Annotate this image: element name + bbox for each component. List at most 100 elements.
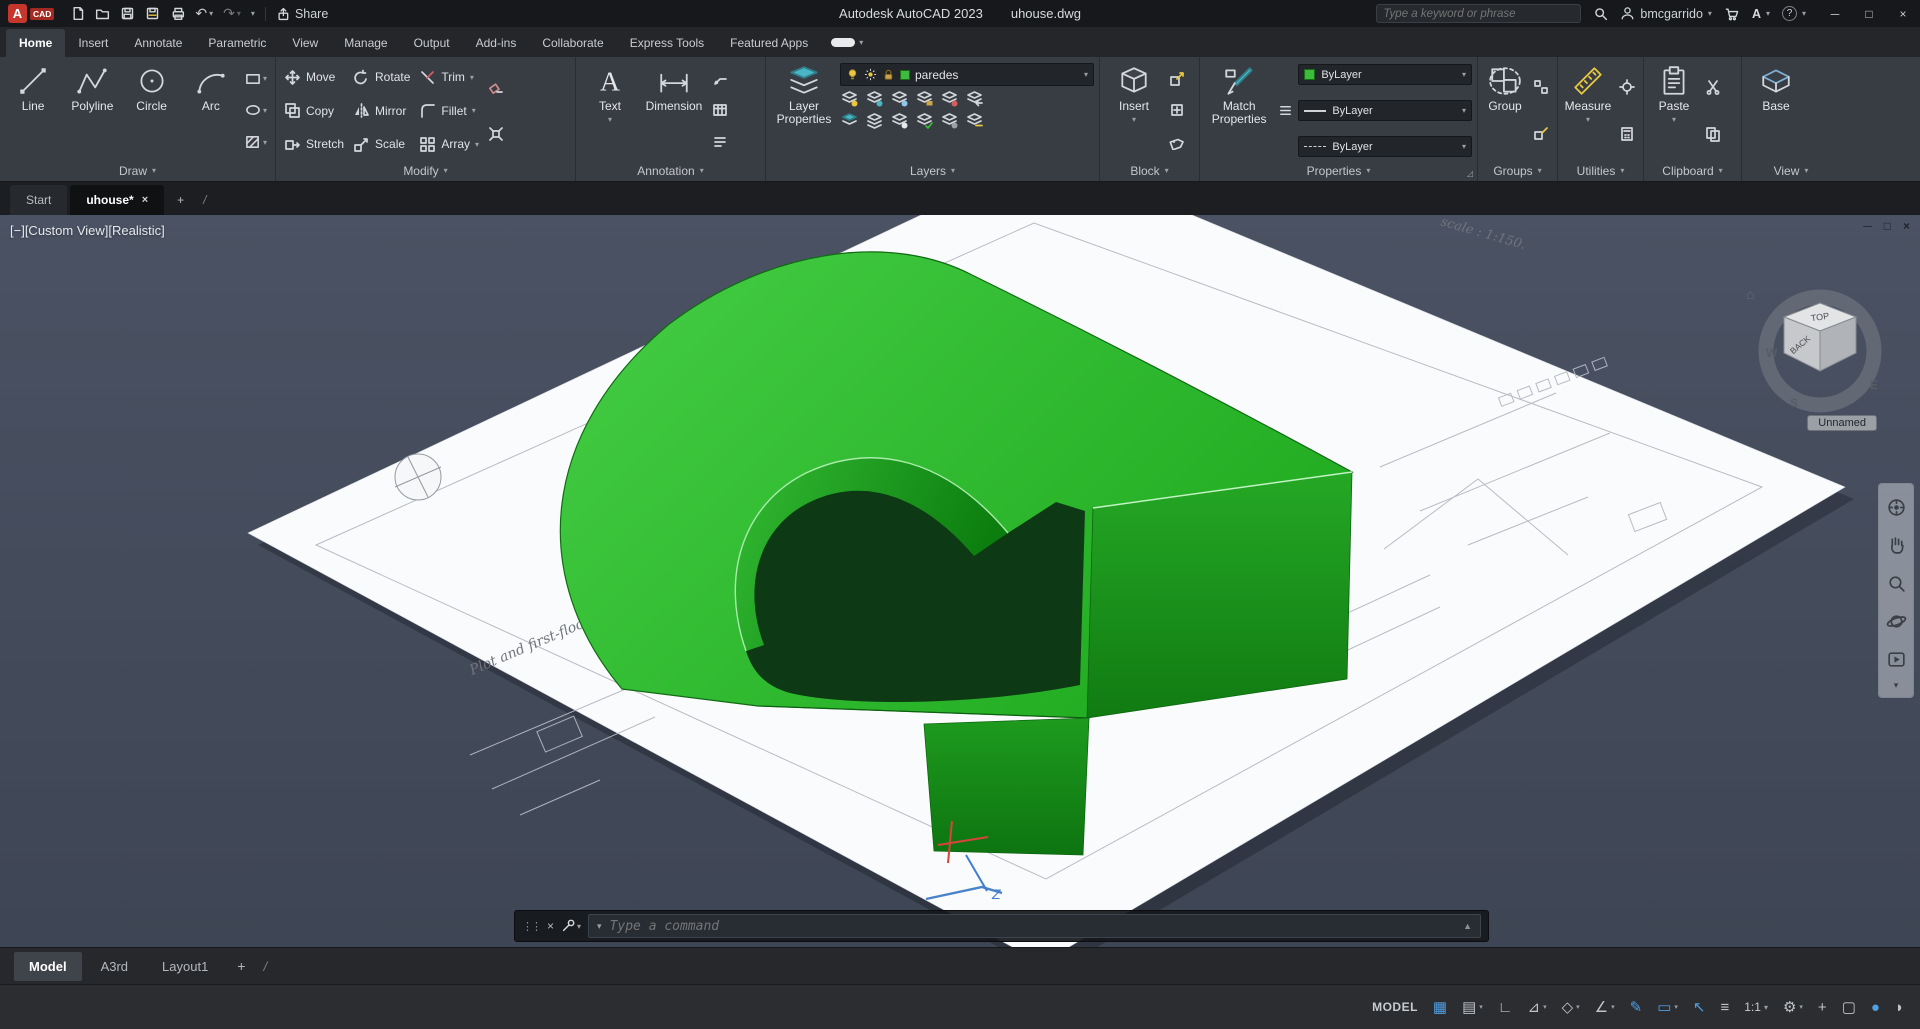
new-file-button[interactable] <box>70 6 85 21</box>
stretch-tool-button[interactable]: Stretch <box>281 131 347 157</box>
polar-tracking-toggle[interactable]: ⊿ ▾ <box>1528 998 1547 1016</box>
osnap-toggle[interactable]: ∠ ▾ <box>1595 998 1615 1016</box>
text-tool-button[interactable]: A Text ▾ <box>581 61 639 160</box>
base-view-button[interactable]: Base <box>1747 61 1805 160</box>
new-layout-button[interactable]: + <box>227 951 255 981</box>
copy-clip-button[interactable] <box>1703 125 1723 143</box>
compass-west-label[interactable]: W <box>1766 346 1778 360</box>
group-edit-button[interactable] <box>1531 125 1551 143</box>
compass-east-label[interactable]: E <box>1870 378 1878 392</box>
command-dock-grip[interactable]: ⋮⋮ <box>522 920 542 933</box>
layer-dropdown-chevron-icon[interactable]: ▾ <box>1084 70 1088 79</box>
layer-state-tool-icon[interactable] <box>965 111 984 130</box>
account-button[interactable]: bmcgarrido ▾ <box>1620 6 1712 21</box>
layer-off-tool-icon[interactable] <box>840 89 859 108</box>
ungroup-button[interactable] <box>1531 78 1551 96</box>
named-view-pill[interactable]: Unnamed <box>1807 415 1877 431</box>
help-search-field[interactable] <box>1376 4 1582 23</box>
viewcube-cube[interactable]: TOP BACK <box>1782 302 1858 372</box>
minimize-button[interactable]: ─ <box>1818 0 1852 27</box>
undo-chevron-icon[interactable]: ▾ <box>209 9 213 18</box>
help-button[interactable]: ? ▾ <box>1781 6 1806 21</box>
isodraft-toggle[interactable]: ◇ ▾ <box>1562 998 1580 1016</box>
annotation-scale-control[interactable]: 1:1 ▾ <box>1744 1000 1768 1014</box>
customization-button[interactable]: ⚙ ▾ <box>1783 998 1803 1016</box>
id-point-button[interactable] <box>1617 78 1637 96</box>
tab-insert[interactable]: Insert <box>65 29 121 57</box>
viewport-controls[interactable]: [−][Custom View][Realistic] <box>10 223 165 238</box>
command-input[interactable] <box>609 918 1456 934</box>
dimension-tool-button[interactable]: Dimension <box>642 61 706 160</box>
tab-home[interactable]: Home <box>6 29 66 57</box>
redo-chevron-icon[interactable]: ▾ <box>237 9 241 18</box>
save-as-button[interactable] <box>145 6 160 21</box>
annotation-visibility-toggle[interactable]: ✎ <box>1630 998 1643 1016</box>
mleader-style-button[interactable] <box>710 133 730 151</box>
match-properties-button[interactable]: Match Properties <box>1205 61 1273 160</box>
new-drawing-tab-button[interactable]: + <box>167 185 194 215</box>
ortho-toggle[interactable]: ∟ <box>1498 999 1513 1016</box>
layout-tab-model[interactable]: Model <box>14 951 82 981</box>
mirror-tool-button[interactable]: Mirror <box>350 98 413 124</box>
group-button[interactable]: Group <box>1483 61 1527 160</box>
layer-prev-tool-icon[interactable] <box>965 89 984 108</box>
recent-commands-button[interactable]: ▾ <box>597 921 602 932</box>
maximize-button[interactable]: □ <box>1852 0 1886 27</box>
lineweight-dropdown[interactable]: ByLayer ▾ <box>1298 100 1472 121</box>
status-overflow-button[interactable]: ◗ <box>1895 999 1904 1016</box>
ellipse-tool-button[interactable]: ▾ <box>243 101 269 119</box>
object-color-dropdown[interactable]: ByLayer ▾ <box>1298 64 1472 85</box>
lineweight-toggle[interactable]: ≡ <box>1720 999 1729 1016</box>
leader-tool-button[interactable] <box>710 70 730 88</box>
navbar-chevron-icon[interactable]: ▾ <box>1894 678 1899 693</box>
block-panel-label[interactable]: Block ▾ <box>1100 160 1199 181</box>
snap-toggle[interactable]: ▤ ▾ <box>1462 998 1483 1016</box>
viewport-close-icon[interactable]: × <box>1903 219 1910 233</box>
layer-thaw-tool-icon[interactable] <box>865 111 884 130</box>
layer-color-swatch[interactable] <box>900 69 910 80</box>
viewcube-home-icon[interactable]: ⌂ <box>1746 286 1754 302</box>
annotation-panel-label[interactable]: Annotation ▾ <box>576 160 765 181</box>
viewport-restore-icon[interactable]: □ <box>1884 219 1891 233</box>
rotate-tool-button[interactable]: Rotate <box>350 64 413 90</box>
arc-tool-button[interactable]: Arc <box>183 61 239 160</box>
hardware-acceleration-toggle[interactable]: ● <box>1871 999 1880 1016</box>
fillet-tool-button[interactable]: Fillet ▾ <box>416 98 482 124</box>
search-icon[interactable] <box>1593 6 1608 21</box>
utilities-panel-label[interactable]: Utilities ▾ <box>1558 160 1643 181</box>
open-file-button[interactable] <box>95 6 110 21</box>
tab-featured-apps[interactable]: Featured Apps <box>717 29 821 57</box>
layer-unlock-tool-icon[interactable] <box>890 111 909 130</box>
measure-button[interactable]: Measure ▾ <box>1563 61 1613 160</box>
erase-tool-button[interactable] <box>486 78 506 96</box>
plot-button[interactable] <box>170 6 185 21</box>
layer-properties-button[interactable]: Layer Properties <box>771 61 837 160</box>
layer-current-tool-icon[interactable] <box>915 111 934 130</box>
layer-dropdown[interactable]: paredes ▾ <box>840 63 1094 86</box>
tab-manage[interactable]: Manage <box>331 29 400 57</box>
line-tool-button[interactable]: Line <box>5 61 61 160</box>
layer-match-tool-icon[interactable] <box>940 89 959 108</box>
table-tool-button[interactable] <box>710 101 730 119</box>
workspace-switch[interactable]: ▭ ▾ <box>1657 998 1678 1016</box>
layer-walk-tool-icon[interactable] <box>940 111 959 130</box>
clipboard-panel-label[interactable]: Clipboard ▾ <box>1644 160 1741 181</box>
polyline-tool-button[interactable]: Polyline <box>64 61 120 160</box>
undo-button[interactable]: ↶ ▾ <box>195 5 213 22</box>
move-tool-button[interactable]: Move <box>281 64 347 90</box>
autodesk-apps-button[interactable]: A ▾ <box>1752 7 1770 21</box>
command-customize-button[interactable]: ▾ <box>561 919 581 933</box>
layer-freeze-sun-icon[interactable] <box>864 68 877 81</box>
tab-output[interactable]: Output <box>401 29 463 57</box>
ribbon-display-toggle[interactable]: ▾ <box>831 38 863 47</box>
properties-dialog-launcher[interactable]: ◿ <box>1467 169 1473 178</box>
array-tool-button[interactable]: Array ▾ <box>416 131 482 157</box>
app-menu-button[interactable]: A CAD <box>8 4 55 23</box>
circle-tool-button[interactable]: Circle <box>124 61 180 160</box>
tab-addins[interactable]: Add-ins <box>463 29 530 57</box>
nav-pan-button[interactable] <box>1881 526 1911 564</box>
redo-button[interactable]: ↷ ▾ <box>223 5 241 22</box>
draw-panel-label[interactable]: Draw ▾ <box>0 160 275 181</box>
layer-isolate-tool-icon[interactable] <box>865 89 884 108</box>
save-button[interactable] <box>120 6 135 21</box>
